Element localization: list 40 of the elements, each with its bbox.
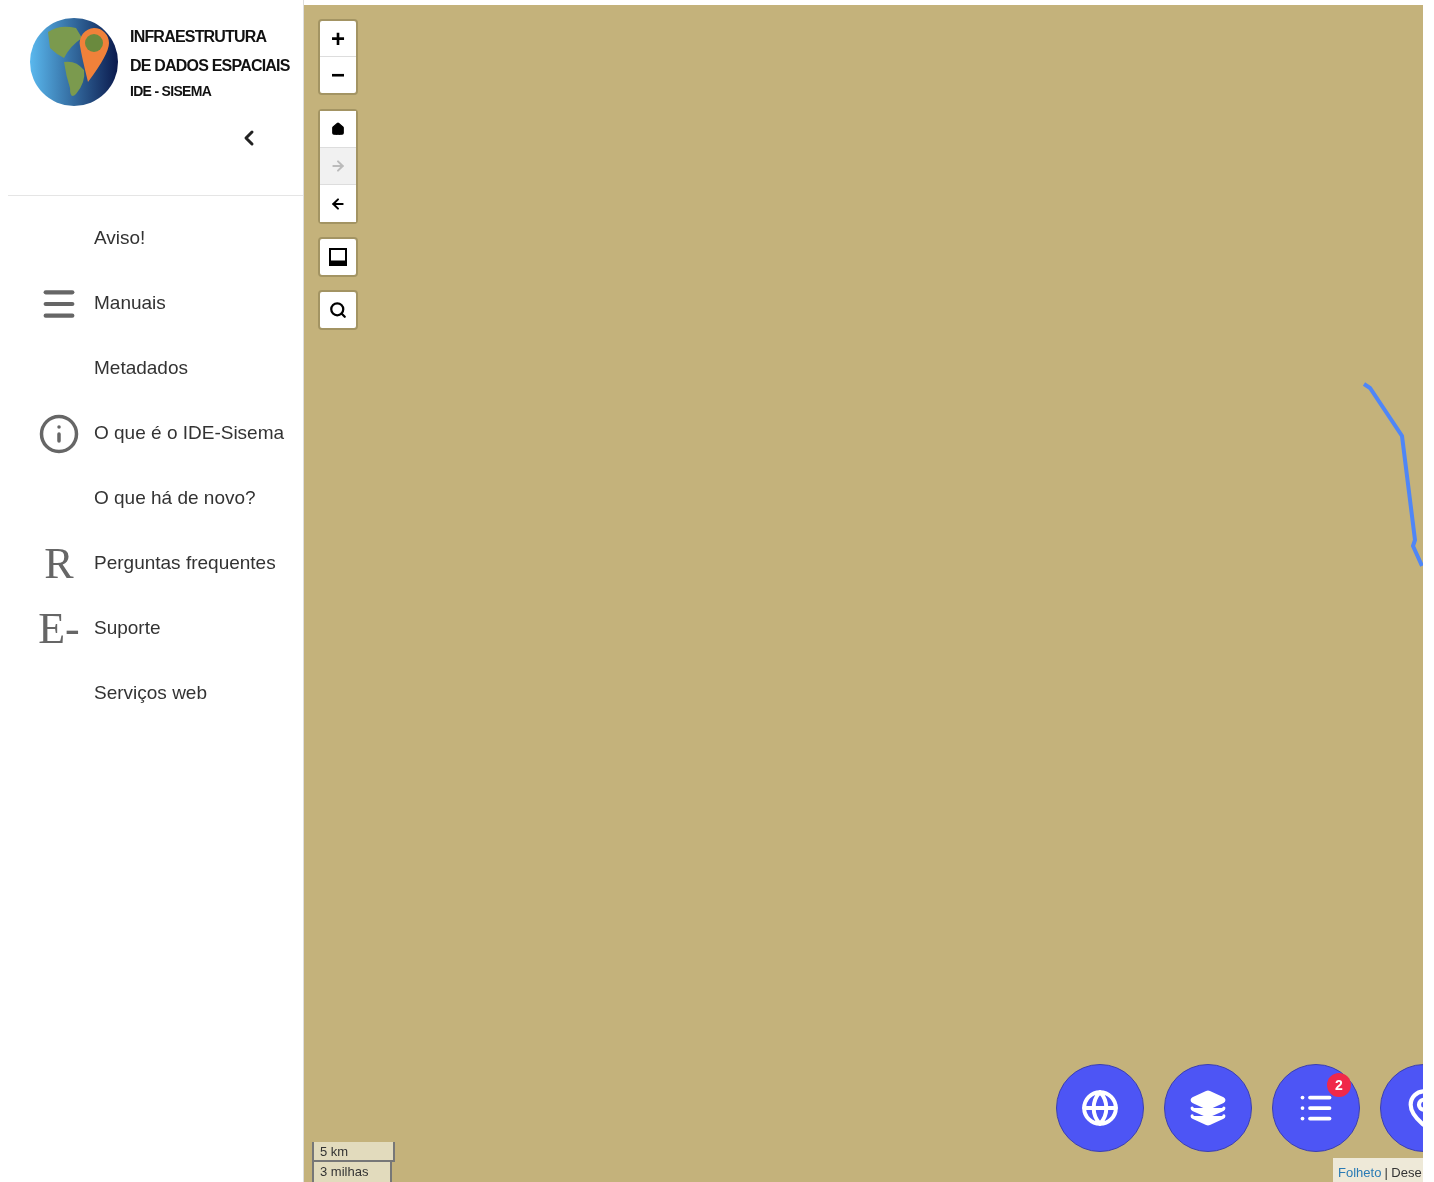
arrow-right-icon	[330, 158, 346, 174]
menu-item[interactable]: R Perguntas frequentes	[8, 531, 303, 596]
arrow-left-icon	[330, 195, 346, 212]
menu-item[interactable]: E- Suporte	[8, 596, 303, 661]
map-tool-button[interactable]	[318, 290, 358, 330]
history-button[interactable]	[320, 111, 356, 148]
icon-glyph: E-	[38, 606, 80, 651]
menu-label: Manuais	[94, 291, 166, 316]
logo-title: INFRAESTRUTURA	[130, 27, 268, 47]
map-tool-button[interactable]	[318, 237, 358, 277]
attribution-text: | Dese	[1384, 1163, 1422, 1182]
logo-title: DE DADOS ESPACIAIS	[130, 56, 290, 76]
menu-item[interactable]: Manuais	[8, 271, 303, 336]
attribution-link[interactable]: Folheto	[1338, 1162, 1382, 1182]
menu-label: Perguntas frequentes	[94, 551, 276, 576]
menu-label: Aviso!	[94, 226, 146, 251]
menu-label: O que há de novo?	[94, 486, 256, 511]
menu-label: O que é o IDE-Sisema	[94, 421, 285, 446]
menu-item[interactable]: O que é o IDE-Sisema	[8, 401, 303, 466]
globe-icon	[1081, 1089, 1119, 1127]
count-badge: 2	[1327, 1073, 1351, 1097]
logo-subtitle: IDE - SISEMA	[130, 82, 213, 101]
menu-item[interactable]: Metadados	[8, 336, 303, 401]
map-canvas[interactable]: + − 2 5 km 3 milhas Folheto | Dese	[304, 5, 1423, 1182]
menu-label: Serviços web	[94, 681, 207, 706]
menu-item[interactable]: Serviços web	[8, 661, 303, 726]
menu-label: Metadados	[94, 356, 188, 381]
layers-icon	[1189, 1089, 1227, 1127]
menu-item[interactable]: O que há de novo?	[8, 466, 303, 531]
menu-item[interactable]: Aviso!	[8, 206, 303, 271]
info-icon	[38, 412, 80, 455]
home-icon	[331, 122, 345, 136]
zoom-button[interactable]: +	[320, 21, 356, 57]
search-icon	[329, 301, 347, 319]
icon-glyph: R	[44, 541, 74, 586]
round-action-button[interactable]: 2	[1272, 1064, 1360, 1152]
menu-label: Suporte	[94, 616, 161, 641]
scale-bar: 3 milhas	[312, 1162, 392, 1182]
zoom-button[interactable]: −	[320, 57, 356, 93]
scale-bar: 5 km	[312, 1142, 395, 1162]
